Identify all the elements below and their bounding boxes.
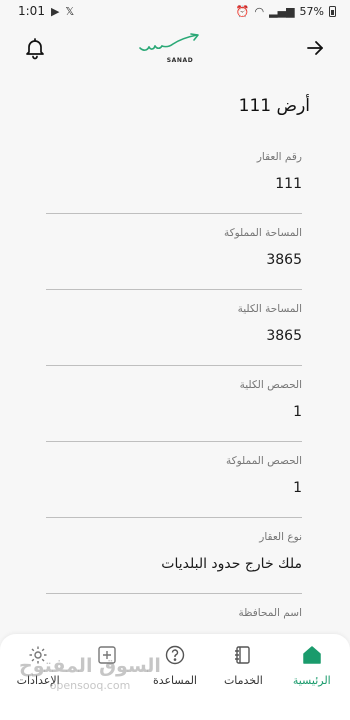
status-time: 1:01	[18, 4, 45, 18]
nav-add[interactable]	[72, 634, 140, 720]
field-property-type: نوع العقار ملك خارج حدود البلديات	[46, 518, 302, 594]
nav-label: الإعدادات	[16, 674, 60, 687]
alarm-icon: ⏰	[235, 4, 250, 18]
nav-label: الخدمات	[223, 674, 263, 687]
field-value: 111	[275, 176, 302, 192]
app-header: SANAD	[0, 22, 350, 74]
nav-home[interactable]: الرئيسية	[278, 634, 346, 720]
arrow-right-icon	[307, 41, 323, 55]
field-value: 1	[293, 480, 302, 496]
field-label: المساحة المملوكة	[224, 227, 302, 239]
logo-text: SANAD	[166, 57, 194, 64]
services-icon	[232, 644, 254, 666]
sanad-logo-mark	[139, 33, 199, 51]
field-label: المساحة الكلية	[237, 303, 302, 315]
property-details: أرض 111 رقم العقار 111 المساحة المملوكة …	[0, 74, 350, 634]
nav-label: المساعدة	[152, 674, 197, 687]
battery-icon	[329, 5, 336, 17]
battery-percent: 57%	[299, 4, 324, 18]
field-label: نوع العقار	[259, 531, 302, 543]
signal-icon: ▂▄▆	[269, 4, 295, 18]
nav-services[interactable]: الخدمات	[209, 634, 277, 720]
field-label: الحصص الكلية	[239, 379, 302, 391]
nav-help[interactable]: المساعدة	[141, 634, 209, 720]
nav-label: الرئيسية	[292, 674, 331, 687]
field-label: الحصص المملوكة	[226, 455, 302, 467]
field-total-area: المساحة الكلية 3865	[46, 290, 302, 366]
wifi-icon: ◠	[254, 4, 265, 18]
field-property-number: رقم العقار 111	[46, 138, 302, 214]
bottom-nav: الرئيسية الخدمات المساعدة الإعدادات	[0, 634, 350, 720]
back-button[interactable]	[298, 31, 332, 65]
bell-icon	[26, 38, 44, 60]
x-app-icon: 𝕏	[65, 4, 75, 18]
field-owned-area: المساحة المملوكة 3865	[46, 214, 302, 290]
field-value: 3865	[266, 252, 302, 268]
sanad-logo: SANAD	[137, 32, 203, 64]
help-icon	[164, 644, 186, 666]
field-owned-shares: الحصص المملوكة 1	[46, 442, 302, 518]
field-value: 3865	[266, 328, 302, 344]
notification-icon: ▶	[50, 4, 60, 18]
status-bar: 1:01 ▶ 𝕏 ⏰ ◠ ▂▄▆ 57%	[0, 0, 350, 22]
field-value: 1	[293, 404, 302, 420]
page-title: أرض 111	[238, 96, 310, 116]
field-governorate-name: اسم المحافظة	[46, 594, 302, 634]
notifications-button[interactable]	[18, 31, 52, 65]
field-total-shares: الحصص الكلية 1	[46, 366, 302, 442]
add-icon	[96, 644, 118, 666]
field-label: اسم المحافظة	[238, 607, 302, 619]
field-label: رقم العقار	[256, 151, 302, 163]
field-value: ملك خارج حدود البلديات	[161, 556, 302, 572]
home-icon	[301, 644, 323, 666]
settings-icon	[27, 644, 49, 666]
nav-settings[interactable]: الإعدادات	[4, 634, 72, 720]
